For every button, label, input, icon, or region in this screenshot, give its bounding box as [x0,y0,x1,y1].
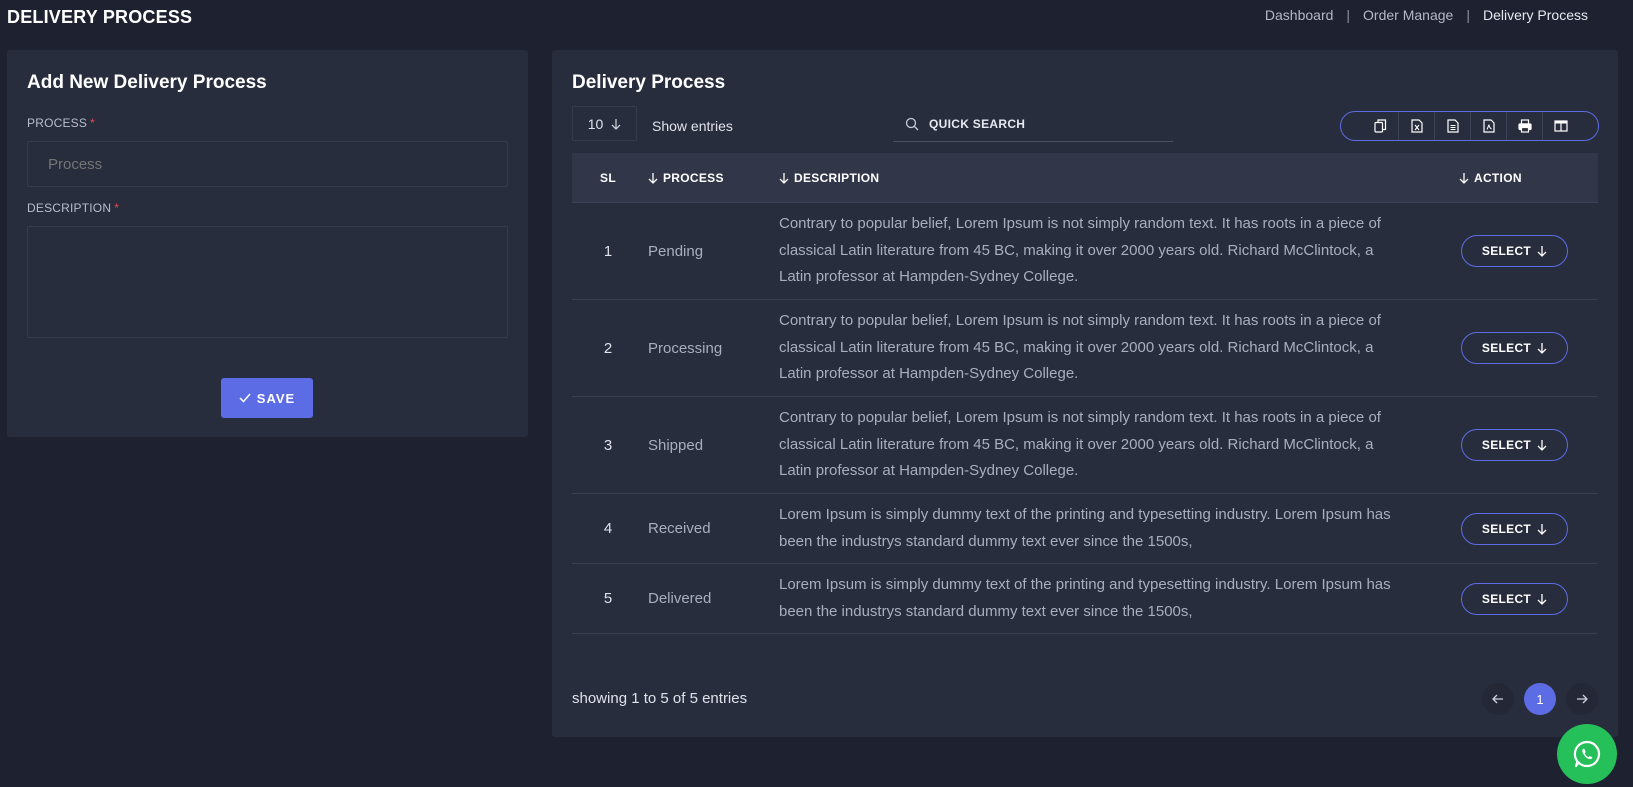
save-label: SAVE [256,390,296,406]
process-list-panel: Delivery Process 10 Show entries QUICK S… [552,50,1618,737]
column-header-process[interactable]: PROCESS [644,171,775,185]
required-mark: * [90,116,95,130]
columns-button[interactable] [1542,112,1578,140]
select-label: SELECT [1481,341,1532,355]
required-mark: * [114,201,120,215]
select-label: SELECT [1481,438,1532,452]
row-description: Contrary to popular belief, Lorem Ipsum … [779,312,1381,383]
copy-icon [1373,119,1386,133]
description-label: DESCRIPTION * [27,201,119,215]
search-icon [905,117,919,130]
column-label: ACTION [1474,170,1522,185]
arrow-down-icon [1537,523,1547,535]
breadcrumb-separator: | [1346,7,1351,23]
arrow-down-icon [1537,343,1547,354]
export-toolbar [1340,111,1599,141]
arrow-down-icon [1537,246,1547,257]
column-header-sl[interactable]: SL [572,171,644,185]
process-input[interactable] [27,141,508,187]
breadcrumb: Dashboard | Order Manage | Delivery Proc… [1265,7,1588,23]
row-sl: 3 [603,436,613,454]
table-row: 4 Received Lorem Ipsum is simply dummy t… [572,494,1598,564]
breadcrumb-dashboard[interactable]: Dashboard [1265,7,1334,23]
arrow-right-icon [1577,694,1588,704]
sort-arrow-icon [648,172,658,184]
arrow-left-icon [1492,694,1503,704]
whatsapp-icon [1573,740,1601,768]
table-row: 3 Shipped Contrary to popular belief, Lo… [572,397,1598,494]
row-sl: 2 [603,339,613,357]
row-description: Contrary to popular belief, Lorem Ipsum … [779,215,1381,286]
excel-button[interactable] [1398,112,1434,140]
row-description: Lorem Ipsum is simply dummy text of the … [779,576,1391,620]
whatsapp-button[interactable] [1557,724,1617,784]
pagination-info: showing 1 to 5 of 5 entries [572,690,748,707]
row-sl: 1 [603,242,613,260]
select-button[interactable]: SELECT [1461,235,1568,267]
description-label-text: DESCRIPTION [27,201,112,215]
process-table: SL PROCESS DESCRIPTION ACTION 1 Pending … [572,153,1598,634]
select-label: SELECT [1481,521,1532,536]
form-title: Add New Delivery Process [27,72,267,93]
column-label: SL [600,170,616,185]
add-process-panel: Add New Delivery Process PROCESS* DESCRI… [7,50,528,437]
arrow-down-icon [611,118,621,130]
excel-icon [1410,119,1423,133]
copy-button[interactable] [1362,112,1398,140]
select-button[interactable]: SELECT [1461,332,1568,364]
description-textarea[interactable] [27,226,508,338]
row-process: Delivered [648,590,712,607]
columns-icon [1553,120,1568,132]
table-row: 5 Delivered Lorem Ipsum is simply dummy … [572,564,1598,634]
column-header-description[interactable]: DESCRIPTION [775,171,1452,185]
pagination: 1 [1482,683,1598,715]
print-button[interactable] [1506,112,1542,140]
process-label-text: PROCESS [27,116,88,130]
list-title: Delivery Process [572,72,726,93]
breadcrumb-order-manage[interactable]: Order Manage [1363,7,1453,23]
row-sl: 5 [603,590,613,607]
entries-select[interactable]: 10 [572,106,637,141]
table-row: 2 Processing Contrary to popular belief,… [572,300,1598,397]
csv-icon [1446,119,1459,133]
breadcrumb-separator: | [1466,7,1470,23]
breadcrumb-current: Delivery Process [1482,7,1588,23]
table-header: SL PROCESS DESCRIPTION ACTION [572,153,1598,203]
print-icon [1517,119,1532,133]
pdf-button[interactable] [1470,112,1506,140]
csv-button[interactable] [1434,112,1470,140]
select-label: SELECT [1481,244,1532,258]
sort-arrow-icon [1459,172,1469,184]
entries-value: 10 [587,115,604,132]
select-button[interactable]: SELECT [1461,582,1568,615]
select-button[interactable]: SELECT [1461,429,1568,461]
row-sl: 4 [603,520,613,537]
previous-page-button[interactable] [1482,683,1514,715]
column-label: DESCRIPTION [794,170,880,185]
quick-search-input[interactable]: QUICK SEARCH [893,106,1173,142]
arrow-down-icon [1537,440,1547,451]
table-row: 1 Pending Contrary to popular belief, Lo… [572,203,1598,300]
sort-arrow-icon [779,172,789,184]
check-icon [239,393,251,403]
arrow-down-icon [1537,593,1547,605]
page-button[interactable]: 1 [1524,683,1556,715]
process-label: PROCESS * [27,116,95,130]
page-title: DELIVERY PROCESS [7,7,193,27]
row-description: Contrary to popular belief, Lorem Ipsum … [779,409,1381,480]
row-process: Received [648,520,711,537]
column-label: PROCESS [663,170,724,185]
next-page-button[interactable] [1566,683,1598,715]
pdf-icon [1482,119,1495,133]
row-process: Pending [648,242,704,260]
row-description: Lorem Ipsum is simply dummy text of the … [779,506,1391,550]
row-process: Shipped [648,436,704,454]
search-placeholder: QUICK SEARCH [929,116,1026,131]
select-label: SELECT [1481,591,1532,606]
row-process: Processing [648,339,723,357]
select-button[interactable]: SELECT [1461,512,1568,545]
column-header-action[interactable]: ACTION [1452,171,1598,185]
save-button[interactable]: SAVE [221,378,313,418]
entries-label: Show entries [652,118,733,134]
